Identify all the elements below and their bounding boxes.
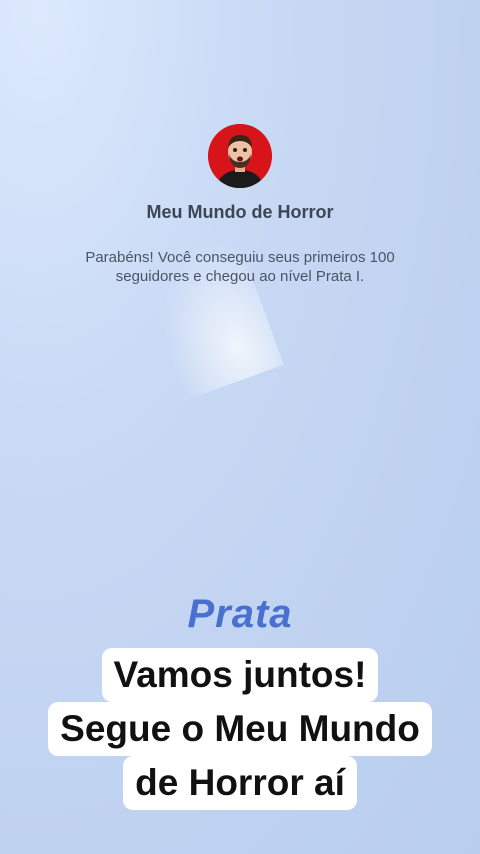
caption-overlay: Vamos juntos! Segue o Meu Mundo de Horro… (0, 648, 480, 810)
congratulations-message: Parabéns! Você conseguiu seus primeiros … (85, 249, 395, 285)
profile-name: Meu Mundo de Horror (146, 202, 334, 222)
avatar-image (208, 124, 272, 188)
caption-line: de Horror aí (123, 756, 357, 810)
level-title: Prata (187, 592, 293, 636)
light-flare (116, 214, 284, 406)
caption-line: Segue o Meu Mundo (48, 702, 432, 756)
caption-line: Vamos juntos! (101, 648, 379, 702)
avatar[interactable] (208, 124, 272, 188)
